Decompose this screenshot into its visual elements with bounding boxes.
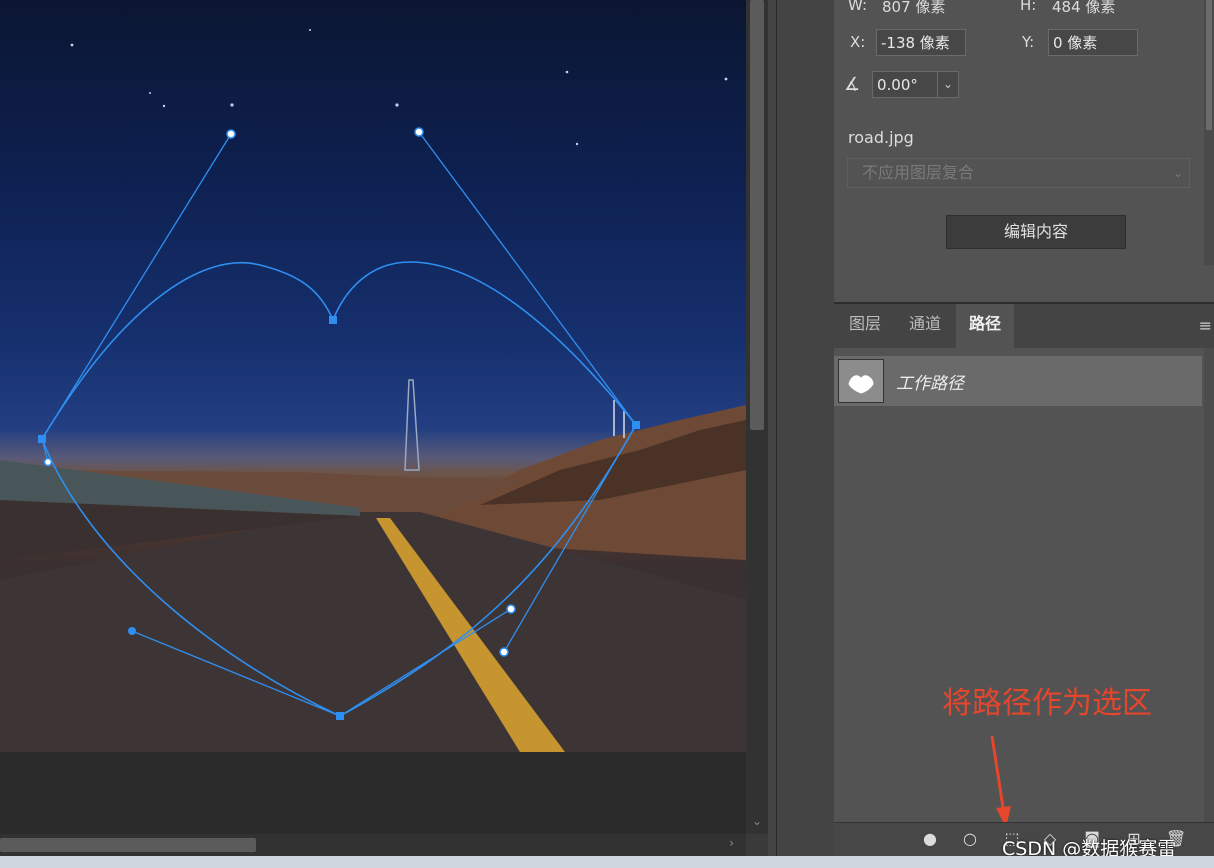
y-field[interactable]: 0 像素 [1048,29,1138,56]
w-label: W: [848,0,868,14]
handle-point[interactable] [414,127,424,137]
vertical-scrollbar[interactable]: ⌄ [746,0,768,834]
properties-scrollbar[interactable] [1204,0,1214,265]
chevron-down-icon[interactable]: ⌄ [937,71,959,98]
y-label: Y: [1022,33,1035,51]
document-canvas[interactable] [0,0,746,834]
stroke-path-icon[interactable]: ○ [960,829,980,849]
tab-paths[interactable]: 路径 [956,304,1014,348]
layer-comp-select: 不应用图层复合 ⌄ [847,158,1190,188]
tab-layers[interactable]: 图层 [836,304,894,348]
h-label: H: [1020,0,1037,14]
handle-line [41,133,232,440]
handle-point[interactable] [128,627,136,635]
w-value[interactable]: 807 像素 [882,0,945,17]
paths-panel: 工作路径 将路径作为选区 [834,348,1214,828]
h-value[interactable]: 484 像素 [1052,0,1115,17]
anchor-point[interactable] [336,712,344,720]
edit-contents-button[interactable]: 编辑内容 [946,215,1126,249]
angle-field[interactable]: 0.00° [872,71,938,98]
scrollbar-thumb[interactable] [0,838,256,852]
handle-line [418,131,637,426]
file-name: road.jpg [848,128,914,147]
handle-point[interactable] [506,604,516,614]
handle-point[interactable] [43,457,53,467]
heart-thumbnail-icon [848,375,874,394]
stars [70,29,728,146]
paths-scrollbar[interactable] [1204,348,1214,822]
status-bar [0,856,1214,868]
scrollbar-thumb[interactable] [1206,0,1212,130]
fill-path-icon[interactable]: ● [920,829,940,849]
chevron-down-icon: ⌄ [1172,166,1183,180]
photo-scene [0,29,746,752]
scroll-down-icon[interactable]: ⌄ [752,814,762,828]
angle-icon: ∡ [844,74,861,95]
panel-gutter [768,0,834,868]
panel-menu-icon[interactable]: ≡ [1199,316,1212,335]
tab-channels[interactable]: 通道 [896,304,954,348]
layer-comp-select-value: 不应用图层复合 [862,163,975,182]
scroll-right-icon[interactable]: › [729,836,734,850]
divider [776,0,777,868]
x-label: X: [850,33,866,51]
anchor-point[interactable] [632,421,640,429]
properties-panel: W: 807 像素 H: 484 像素 X: -138 像素 Y: 0 像素 ∡… [834,0,1214,302]
panel-tabs: 图层 通道 路径 ≡ [834,302,1214,348]
road-photo[interactable] [0,0,746,752]
path-thumbnail [838,359,884,403]
anchor-point[interactable] [38,435,46,443]
handle-point[interactable] [499,647,509,657]
x-field[interactable]: -138 像素 [876,29,966,56]
power-tower [404,379,420,471]
anchor-point[interactable] [329,316,337,324]
annotation-text: 将路径作为选区 [942,686,1152,721]
horizontal-scrollbar[interactable]: › [0,834,746,856]
path-row-work-path[interactable]: 工作路径 [834,356,1202,406]
scrollbar-thumb[interactable] [750,0,764,430]
annotation-arrow-icon [990,735,1011,828]
path-name: 工作路径 [896,374,964,394]
handle-point[interactable] [226,129,236,139]
